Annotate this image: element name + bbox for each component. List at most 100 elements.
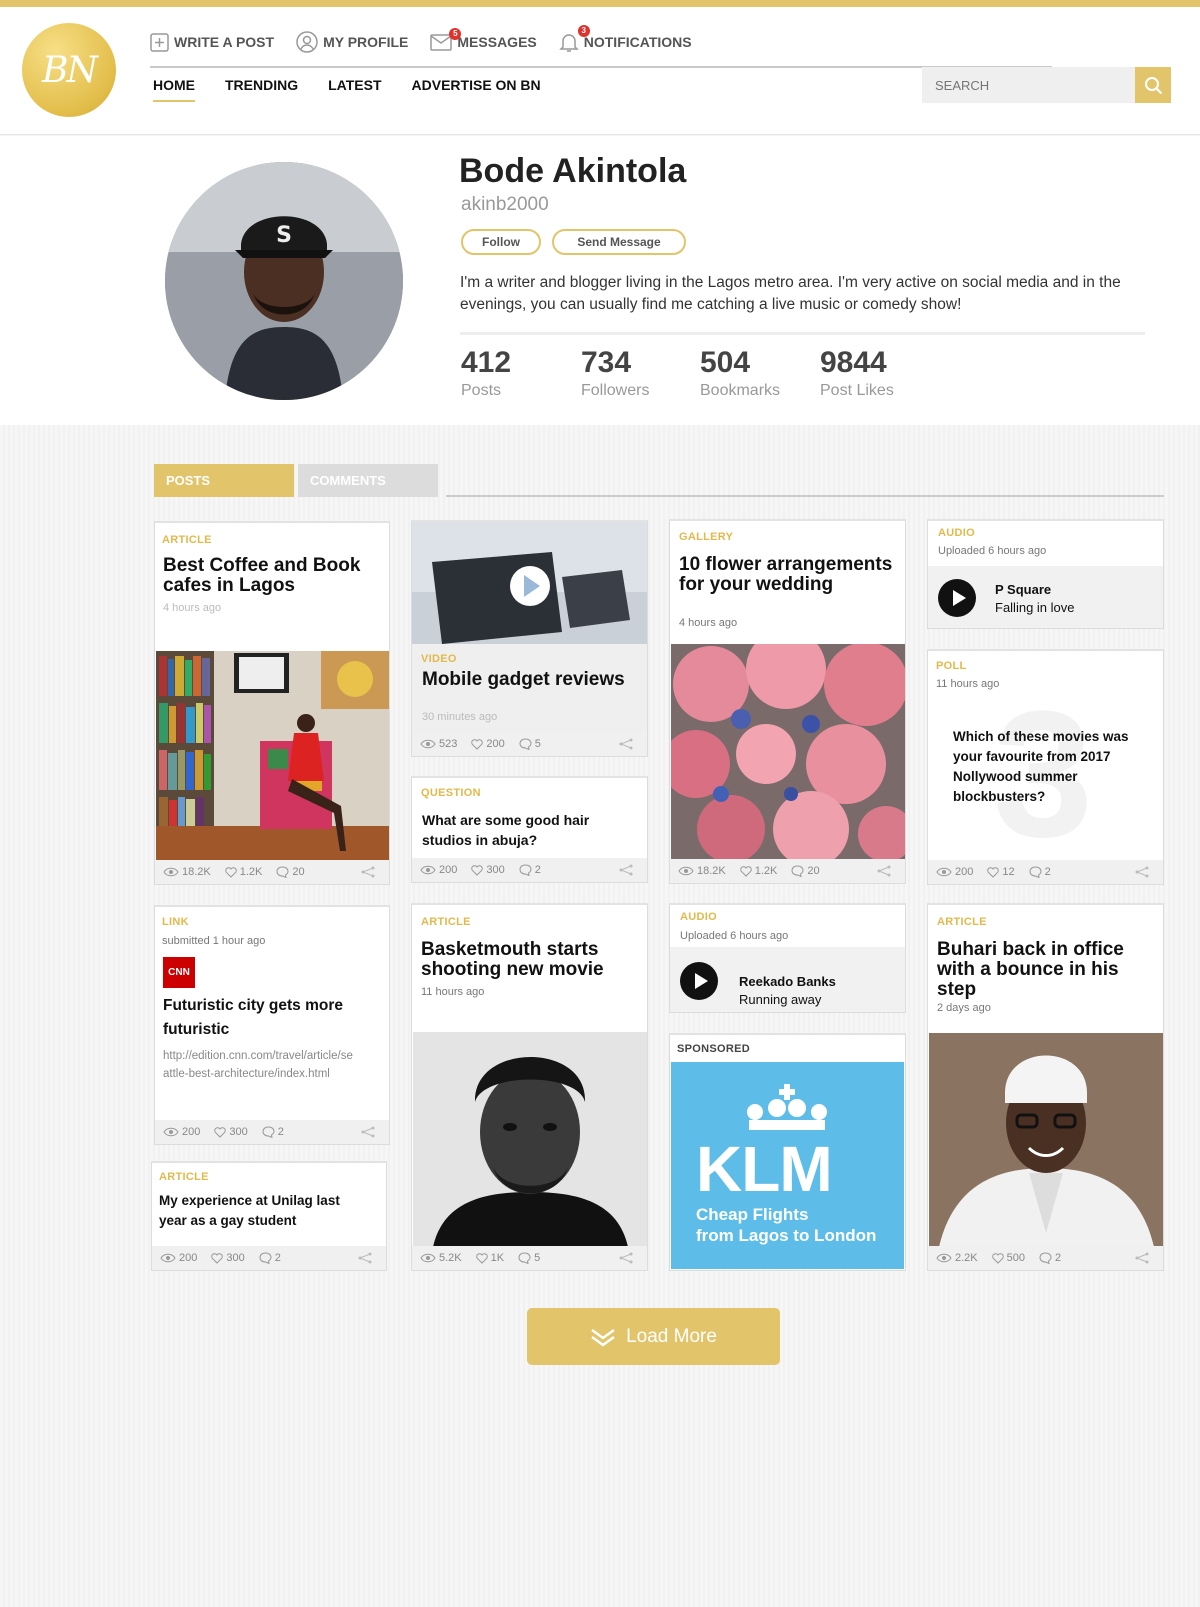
messages-link[interactable]: 5 MESSAGES [430,27,537,51]
card-title[interactable]: Basketmouth starts shooting new movie [421,940,641,980]
card-title[interactable]: What are some good hair studios in abuja… [422,810,622,850]
post-card-audio[interactable]: AUDIO Uploaded 6 hours ago Reekado Banks… [669,903,906,1013]
card-category: SPONSORED [677,1043,750,1055]
share-icon[interactable] [619,1252,633,1267]
tab-comments[interactable]: COMMENTS [298,464,438,497]
link-url[interactable]: http://edition.cnn.com/travel/article/se… [163,1047,353,1083]
views-count: 200 [936,866,973,878]
write-post-link[interactable]: WRITE A POST [150,32,274,52]
tab-posts[interactable]: POSTS [154,464,294,497]
search-button[interactable] [1135,67,1171,103]
card-time: 2 days ago [937,1002,991,1014]
load-more-label: Load More [626,1325,717,1347]
card-image[interactable] [156,651,389,861]
klm-crown-icon [747,1084,827,1130]
post-card-article-small[interactable]: ARTICLE My experience at Unilag last yea… [151,1161,387,1271]
eye-icon [163,867,179,877]
share-icon[interactable] [1135,1252,1149,1267]
post-card-video[interactable]: VIDEO Mobile gadget reviews 30 minutes a… [411,520,648,757]
likes-count[interactable]: 1K [475,1252,504,1264]
share-icon[interactable] [361,866,375,881]
card-image[interactable] [413,1032,647,1247]
views-value: 18.2K [697,865,726,877]
nav-home[interactable]: HOME [153,77,195,102]
share-icon[interactable] [877,865,891,880]
notifications-link[interactable]: 3 NOTIFICATIONS [558,25,692,53]
send-message-button[interactable]: Send Message [552,229,686,255]
follow-button[interactable]: Follow [461,229,541,255]
share-icon[interactable] [1135,866,1149,881]
comments-count[interactable]: 2 [259,1252,281,1264]
card-title[interactable]: My experience at Unilag last year as a g… [159,1191,344,1231]
comments-count[interactable]: 5 [518,1252,540,1264]
post-card-gallery[interactable]: GALLERY 10 flower arrangements for your … [669,519,906,884]
card-category: ARTICLE [159,1171,209,1183]
my-profile-link[interactable]: MY PROFILE [296,31,408,53]
double-chevron-down-icon [591,1328,615,1347]
likes-count[interactable]: 300 [214,1126,248,1138]
comments-count[interactable]: 2 [519,864,541,876]
comments-count[interactable]: 2 [1039,1252,1061,1264]
comments-count[interactable]: 20 [276,866,305,878]
share-icon[interactable] [358,1252,372,1267]
post-card-article[interactable]: ARTICLE Buhari back in office with a bou… [927,903,1164,1271]
comment-icon [276,866,289,878]
ad-tagline-1: Cheap Flights [696,1205,809,1224]
likes-count[interactable]: 1.2K [224,866,262,878]
user-circle-icon [296,31,318,53]
nav-trending[interactable]: TRENDING [225,77,298,93]
likes-count[interactable]: 300 [471,864,505,876]
card-image[interactable] [670,629,905,867]
nav-latest[interactable]: LATEST [328,77,381,93]
comments-count[interactable]: 2 [262,1126,284,1138]
card-stats: 18.2K 1.2K 20 [155,860,389,884]
search-input[interactable] [922,67,1135,103]
load-more-button[interactable]: Load More [527,1308,780,1365]
audio-player: Reekado Banks Running away [670,947,905,1012]
share-icon[interactable] [361,1126,375,1141]
heart-icon [224,866,237,878]
card-title[interactable]: 10 flower arrangements for your wedding [679,555,899,595]
audio-player: P Square Falling in love [928,566,1163,628]
poll-question[interactable]: Which of these movies was your favourite… [953,727,1148,807]
likes-count[interactable]: 1.2K [739,865,777,877]
card-title[interactable]: Futuristic city gets more futuristic [163,994,378,1042]
audio-artist: P Square [995,582,1052,597]
comment-icon [1039,1252,1052,1264]
post-card-poll[interactable]: 3 POLL 11 hours ago Which of these movie… [927,649,1164,885]
post-card-article[interactable]: ARTICLE Best Coffee and Book cafes in La… [154,521,390,885]
comment-icon [519,738,532,750]
site-logo[interactable]: BN [22,23,116,117]
play-icon[interactable] [680,962,718,1000]
sponsored-card[interactable]: SPONSORED KLM Cheap Flights from Lagos t… [669,1033,906,1271]
views-count: 2.2K [936,1252,978,1264]
heart-icon [739,865,752,877]
post-card-audio[interactable]: AUDIO Uploaded 6 hours ago P Square Fall… [927,519,1164,629]
card-image[interactable] [929,1033,1163,1247]
likes-count[interactable]: 300 [211,1252,245,1264]
comments-count[interactable]: 20 [791,865,820,877]
post-card-link[interactable]: LINK submitted 1 hour ago CNN Futuristic… [154,905,390,1145]
content-tabs: POSTS COMMENTS [154,464,1164,498]
video-thumbnail[interactable] [412,522,647,644]
comments-count[interactable]: 5 [519,738,541,750]
likes-count[interactable]: 500 [991,1252,1025,1264]
profile-bio: I'm a writer and blogger living in the L… [460,274,1121,313]
card-title[interactable]: Mobile gadget reviews [422,670,642,690]
share-icon[interactable] [619,864,633,879]
klm-ad[interactable]: KLM Cheap Flights from Lagos to London [671,1062,904,1269]
play-icon[interactable] [938,579,976,617]
views-count: 200 [420,864,457,876]
share-icon[interactable] [619,738,633,753]
likes-count[interactable]: 12 [987,866,1015,878]
plus-square-icon [150,32,169,52]
card-title[interactable]: Best Coffee and Book cafes in Lagos [163,556,383,596]
post-card-article[interactable]: ARTICLE Basketmouth starts shooting new … [411,903,648,1271]
comments-count[interactable]: 2 [1029,866,1051,878]
card-title[interactable]: Buhari back in office with a bounce in h… [937,940,1157,1000]
post-card-question[interactable]: QUESTION What are some good hair studios… [411,776,648,883]
nav-advertise[interactable]: ADVERTISE ON BN [412,77,541,93]
comment-icon [259,1252,272,1264]
views-count: 200 [160,1252,197,1264]
likes-count[interactable]: 200 [471,738,505,750]
